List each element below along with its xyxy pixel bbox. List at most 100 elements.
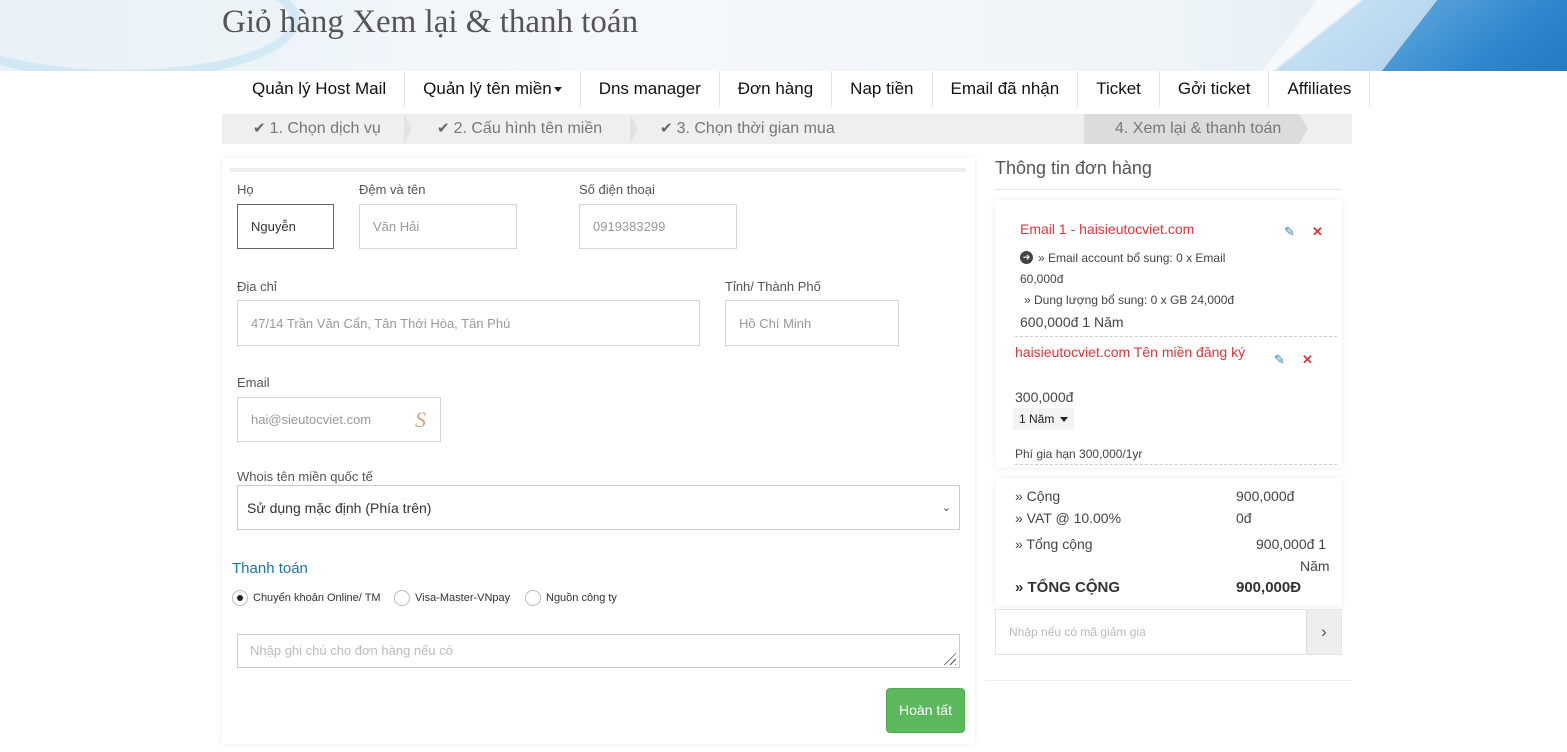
nav-dns-manager[interactable]: Dns manager bbox=[581, 71, 720, 107]
remove-icon[interactable]: ✕ bbox=[1302, 353, 1313, 366]
resize-handle-icon[interactable] bbox=[942, 651, 956, 665]
edit-icon[interactable]: ✎ bbox=[1274, 353, 1287, 366]
payment-section-title: Thanh toán bbox=[232, 560, 308, 577]
nav-host-mail[interactable]: Quản lý Host Mail bbox=[234, 71, 406, 107]
last-name-input[interactable]: Nguyễn bbox=[237, 204, 334, 249]
item-divider bbox=[1015, 464, 1337, 465]
nav-label: Ticket bbox=[1096, 79, 1141, 98]
promo-code-field: Nhập nếu có mã giảm giá › bbox=[995, 609, 1342, 655]
step-1[interactable]: ✔ 1. Chọn dịch vụ bbox=[253, 114, 381, 144]
chevron-down-icon: ⌄ bbox=[941, 502, 951, 514]
nav-ticket[interactable]: Ticket bbox=[1078, 71, 1160, 107]
order-items-card: Email 1 - haisieutocviet.com ✎ ✕ ➜ » Ema… bbox=[995, 200, 1342, 468]
step-label: 3. Chọn thời gian mua bbox=[676, 120, 835, 137]
total-label: » Tổng cộng bbox=[1015, 536, 1093, 552]
email-input[interactable]: hai@sieutocviet.com S bbox=[237, 397, 441, 442]
check-icon: ✔ bbox=[660, 120, 673, 137]
promo-code-input[interactable]: Nhập nếu có mã giảm giá bbox=[1009, 625, 1146, 639]
grand-total-label: » TỔNG CỘNG bbox=[1015, 579, 1121, 596]
item-domain-price: 300,000đ bbox=[1015, 389, 1074, 405]
order-summary-title: Thông tin đơn hàng bbox=[995, 158, 1152, 178]
payment-option-label: Visa-Master-VNpay bbox=[415, 592, 511, 604]
email-label: Email bbox=[237, 375, 270, 390]
remove-icon[interactable]: ✕ bbox=[1312, 225, 1323, 238]
nav-label: Affiliates bbox=[1287, 79, 1352, 98]
nav-topup[interactable]: Nap tiền bbox=[832, 71, 933, 107]
item-email-price: 600,000đ 1 Năm bbox=[1020, 314, 1124, 330]
note-placeholder: Nhập ghi chú cho đơn hàng nếu có bbox=[250, 643, 453, 658]
payment-option-company[interactable]: Nguồn công ty bbox=[525, 590, 617, 606]
check-icon: ✔ bbox=[253, 120, 266, 137]
radio-unselected[interactable] bbox=[525, 590, 541, 606]
nav-label: Gởi ticket bbox=[1177, 79, 1251, 98]
item-email-addon-2: » Dung lượng bổ sung: 0 x GB 24,000đ bbox=[1024, 293, 1235, 307]
step-separator bbox=[630, 114, 638, 144]
item-divider bbox=[1015, 336, 1337, 337]
radio-unselected[interactable] bbox=[394, 590, 410, 606]
item-email-addon-1: » Email account bổ sung: 0 x Email bbox=[1038, 251, 1226, 265]
payment-option-label: Chuyển khoản Online/ TM bbox=[253, 592, 381, 604]
item-domain-renew-fee: Phí gia hạn 300,000/1yr bbox=[1015, 447, 1143, 461]
caret-down-icon bbox=[553, 87, 562, 93]
nav-label: Quản lý tên miền bbox=[423, 79, 552, 98]
whois-select[interactable]: Sử dụng mặc định (Phía trên) ⌄ bbox=[237, 485, 960, 530]
payment-option-label: Nguồn công ty bbox=[546, 592, 617, 604]
vat-value: 0đ bbox=[1236, 510, 1252, 526]
nav-label: Nap tiền bbox=[850, 79, 914, 98]
order-totals-card: » Cộng 900,000đ » VAT @ 10.00% 0đ » Tổng… bbox=[995, 478, 1342, 606]
period-dropdown[interactable]: 1 Năm bbox=[1013, 408, 1074, 430]
nav-received-email[interactable]: Email đã nhận bbox=[933, 71, 1079, 107]
subtotal-label: » Cộng bbox=[1015, 488, 1061, 504]
caret-down-icon bbox=[1059, 417, 1068, 423]
period-value: 1 Năm bbox=[1019, 412, 1055, 426]
order-note-textarea[interactable]: Nhập ghi chú cho đơn hàng nếu có bbox=[237, 634, 960, 668]
nav-orders[interactable]: Đơn hàng bbox=[720, 71, 833, 107]
step-2[interactable]: ✔ 2. Cấu hình tên miền bbox=[437, 114, 602, 144]
grand-total-value: 900,000Đ bbox=[1236, 579, 1302, 596]
city-input[interactable]: Hồ Chí Minh bbox=[725, 300, 899, 346]
first-name-label: Đệm và tên bbox=[359, 182, 426, 197]
main-nav: Quản lý Host Mail Quản lý tên miền Dns m… bbox=[234, 71, 1371, 107]
phone-label: Số điện thoại bbox=[579, 182, 655, 197]
first-name-input[interactable]: Văn Hải bbox=[359, 204, 517, 249]
last-name-label: Họ bbox=[237, 182, 254, 197]
nav-label: Dns manager bbox=[598, 79, 701, 98]
step-label: 4. Xem lại & thanh toán bbox=[1115, 120, 1282, 137]
step-label: 2. Cấu hình tên miền bbox=[453, 120, 603, 137]
nav-send-ticket[interactable]: Gởi ticket bbox=[1160, 71, 1270, 107]
payment-option-transfer[interactable]: Chuyển khoản Online/ TM bbox=[232, 590, 381, 606]
address-input[interactable]: 47/14 Trần Văn Cẩn, Tân Thới Hòa, Tân Ph… bbox=[237, 300, 700, 346]
checkout-steps: ✔ 1. Chọn dịch vụ ✔ 2. Cấu hình tên miền ✔… bbox=[222, 114, 1352, 144]
chevron-right-icon[interactable]: › bbox=[1306, 610, 1341, 654]
vat-label: » VAT @ 10.00% bbox=[1015, 510, 1122, 526]
item-email-addon-1-price: 60,000đ bbox=[1020, 272, 1064, 286]
address-label: Địa chỉ bbox=[237, 279, 277, 294]
edit-icon[interactable]: ✎ bbox=[1284, 225, 1297, 238]
form-top-divider bbox=[230, 168, 966, 172]
nav-affiliates[interactable]: Affiliates bbox=[1269, 71, 1371, 107]
header-banner: Giỏ hàng Xem lại & thanh toán bbox=[0, 0, 1567, 71]
total-value: 900,000đ 1 bbox=[1256, 536, 1327, 552]
step-separator bbox=[404, 114, 412, 144]
total-value-period: Năm bbox=[1300, 558, 1330, 574]
nav-label: Email đã nhận bbox=[950, 79, 1060, 98]
nav-domain-manager[interactable]: Quản lý tên miền bbox=[405, 71, 581, 107]
subtotal-value: 900,000đ bbox=[1236, 488, 1295, 504]
step-label: 1. Chọn dịch vụ bbox=[269, 120, 381, 137]
whois-label: Whois tên miền quốc tế bbox=[237, 469, 373, 484]
whois-selected-value: Sử dụng mặc định (Phía trên) bbox=[247, 499, 432, 516]
complete-order-button[interactable]: Hoàn tất bbox=[886, 688, 965, 733]
autofill-icon[interactable]: S bbox=[415, 407, 426, 433]
radio-selected[interactable] bbox=[232, 590, 248, 606]
nav-label: Đơn hàng bbox=[737, 79, 814, 98]
city-label: Tỉnh/ Thành Phố bbox=[725, 279, 821, 294]
summary-divider bbox=[995, 189, 1342, 190]
payment-option-visa[interactable]: Visa-Master-VNpay bbox=[394, 590, 510, 606]
page-title: Giỏ hàng Xem lại & thanh toán bbox=[222, 4, 639, 40]
phone-input[interactable]: 0919383299 bbox=[579, 204, 737, 249]
nav-label: Quản lý Host Mail bbox=[252, 79, 387, 98]
arrow-circle-right-icon: ➜ bbox=[1020, 251, 1033, 264]
item-domain-name: haisieutocviet.com Tên miền đăng ký bbox=[1015, 344, 1246, 360]
summary-bottom-divider bbox=[985, 680, 1352, 681]
step-3[interactable]: ✔ 3. Chọn thời gian mua bbox=[660, 114, 835, 144]
